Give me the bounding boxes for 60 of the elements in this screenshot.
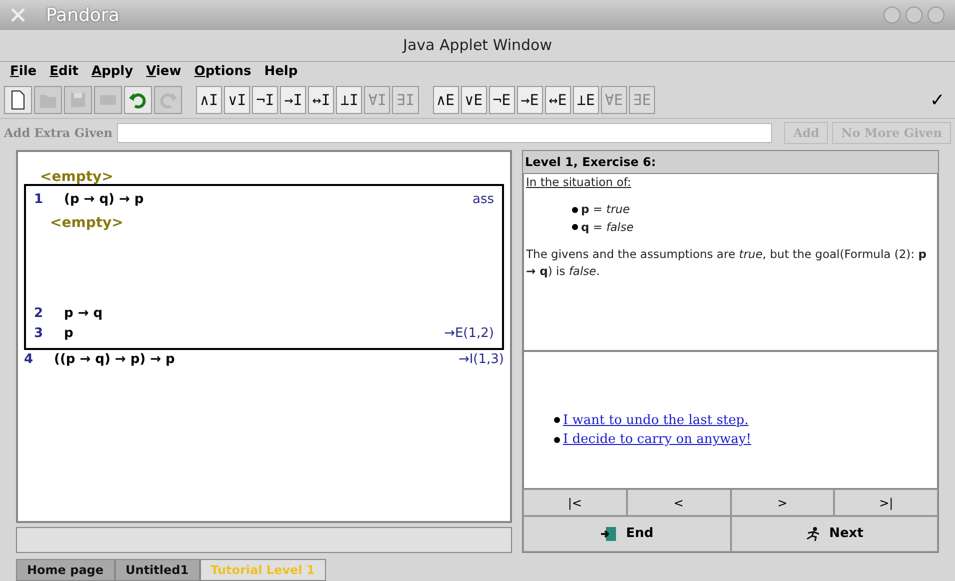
rule-button[interactable]: ⊥E: [572, 86, 599, 114]
menu-item[interactable]: Apply: [92, 62, 134, 82]
formula[interactable]: (p → q) → p: [64, 190, 472, 210]
choice-link[interactable]: I want to undo the last step.: [563, 410, 748, 430]
rule-button[interactable]: ↔E: [544, 86, 571, 114]
formula[interactable]: ((p → q) → p) → p: [54, 350, 458, 370]
justification: →I(1,3): [458, 351, 504, 370]
bullet-icon: [572, 206, 578, 213]
navigation-button[interactable]: >|: [834, 489, 938, 516]
window-title: Pandora: [46, 4, 120, 28]
valuation: p = true: [581, 201, 630, 218]
menu-item[interactable]: File: [10, 62, 37, 82]
tab[interactable]: Untitled1: [114, 559, 200, 581]
empty-placeholder[interactable]: <empty>: [40, 169, 114, 185]
rule-button[interactable]: ∨E: [460, 86, 487, 114]
rule-button[interactable]: →E: [516, 86, 543, 114]
formula[interactable]: p → q: [64, 304, 494, 324]
valuation: q = false: [581, 218, 634, 236]
window-controls-icon[interactable]: [883, 6, 945, 24]
menu-item[interactable]: Help: [264, 62, 298, 82]
navigation-button[interactable]: >: [730, 489, 834, 516]
end-button[interactable]: End: [523, 516, 730, 552]
empty-placeholder[interactable]: <empty>: [50, 215, 124, 231]
line-number: 2: [34, 305, 44, 324]
applet-title: Java Applet Window: [403, 35, 552, 56]
navigation-button[interactable]: <: [626, 489, 730, 516]
rule-button[interactable]: ∧E: [432, 86, 459, 114]
justification: ass: [472, 191, 494, 210]
check-button[interactable]: ✓: [924, 86, 951, 114]
justification: →E(1,2): [444, 325, 494, 344]
menu-item[interactable]: Options: [194, 62, 252, 82]
rule-button[interactable]: ⊥I: [336, 86, 362, 114]
close-icon[interactable]: [10, 7, 26, 23]
toolbar-button[interactable]: [4, 86, 32, 114]
rule-button[interactable]: ¬E: [488, 86, 515, 114]
exit-door-icon: [600, 526, 618, 542]
bullet-icon: [554, 417, 560, 424]
bullet-icon: [554, 436, 560, 443]
line-number: 3: [34, 325, 44, 344]
next-button[interactable]: Next: [730, 516, 938, 552]
exercise-heading: Level 1, Exercise 6:: [525, 154, 656, 171]
tab[interactable]: Home page: [16, 559, 115, 581]
rule-button[interactable]: ¬I: [252, 86, 278, 114]
running-figure-icon: [805, 526, 822, 542]
line-number: 1: [34, 191, 44, 210]
choice-link[interactable]: I decide to carry on anyway!: [563, 430, 752, 450]
line-number: 4: [24, 351, 34, 370]
bullet-icon: [572, 224, 578, 230]
formula[interactable]: p: [64, 324, 444, 344]
menu-item[interactable]: View: [146, 62, 182, 82]
menu-item[interactable]: Edit: [50, 62, 78, 82]
explanation-text: The givens and the assumptions are true, but the goal(Formula (2): p → q) is false.: [526, 246, 928, 280]
intro-text: In the situation of:: [526, 174, 632, 191]
given-label: Add Extra Given: [4, 124, 113, 142]
navigation-button[interactable]: |<: [523, 489, 627, 516]
rule-button[interactable]: →I: [280, 86, 306, 114]
rule-button[interactable]: ∨I: [224, 86, 250, 114]
rule-button[interactable]: ∧I: [196, 86, 222, 114]
given-input-field[interactable]: [116, 122, 772, 142]
rule-button[interactable]: ↔I: [308, 86, 334, 114]
